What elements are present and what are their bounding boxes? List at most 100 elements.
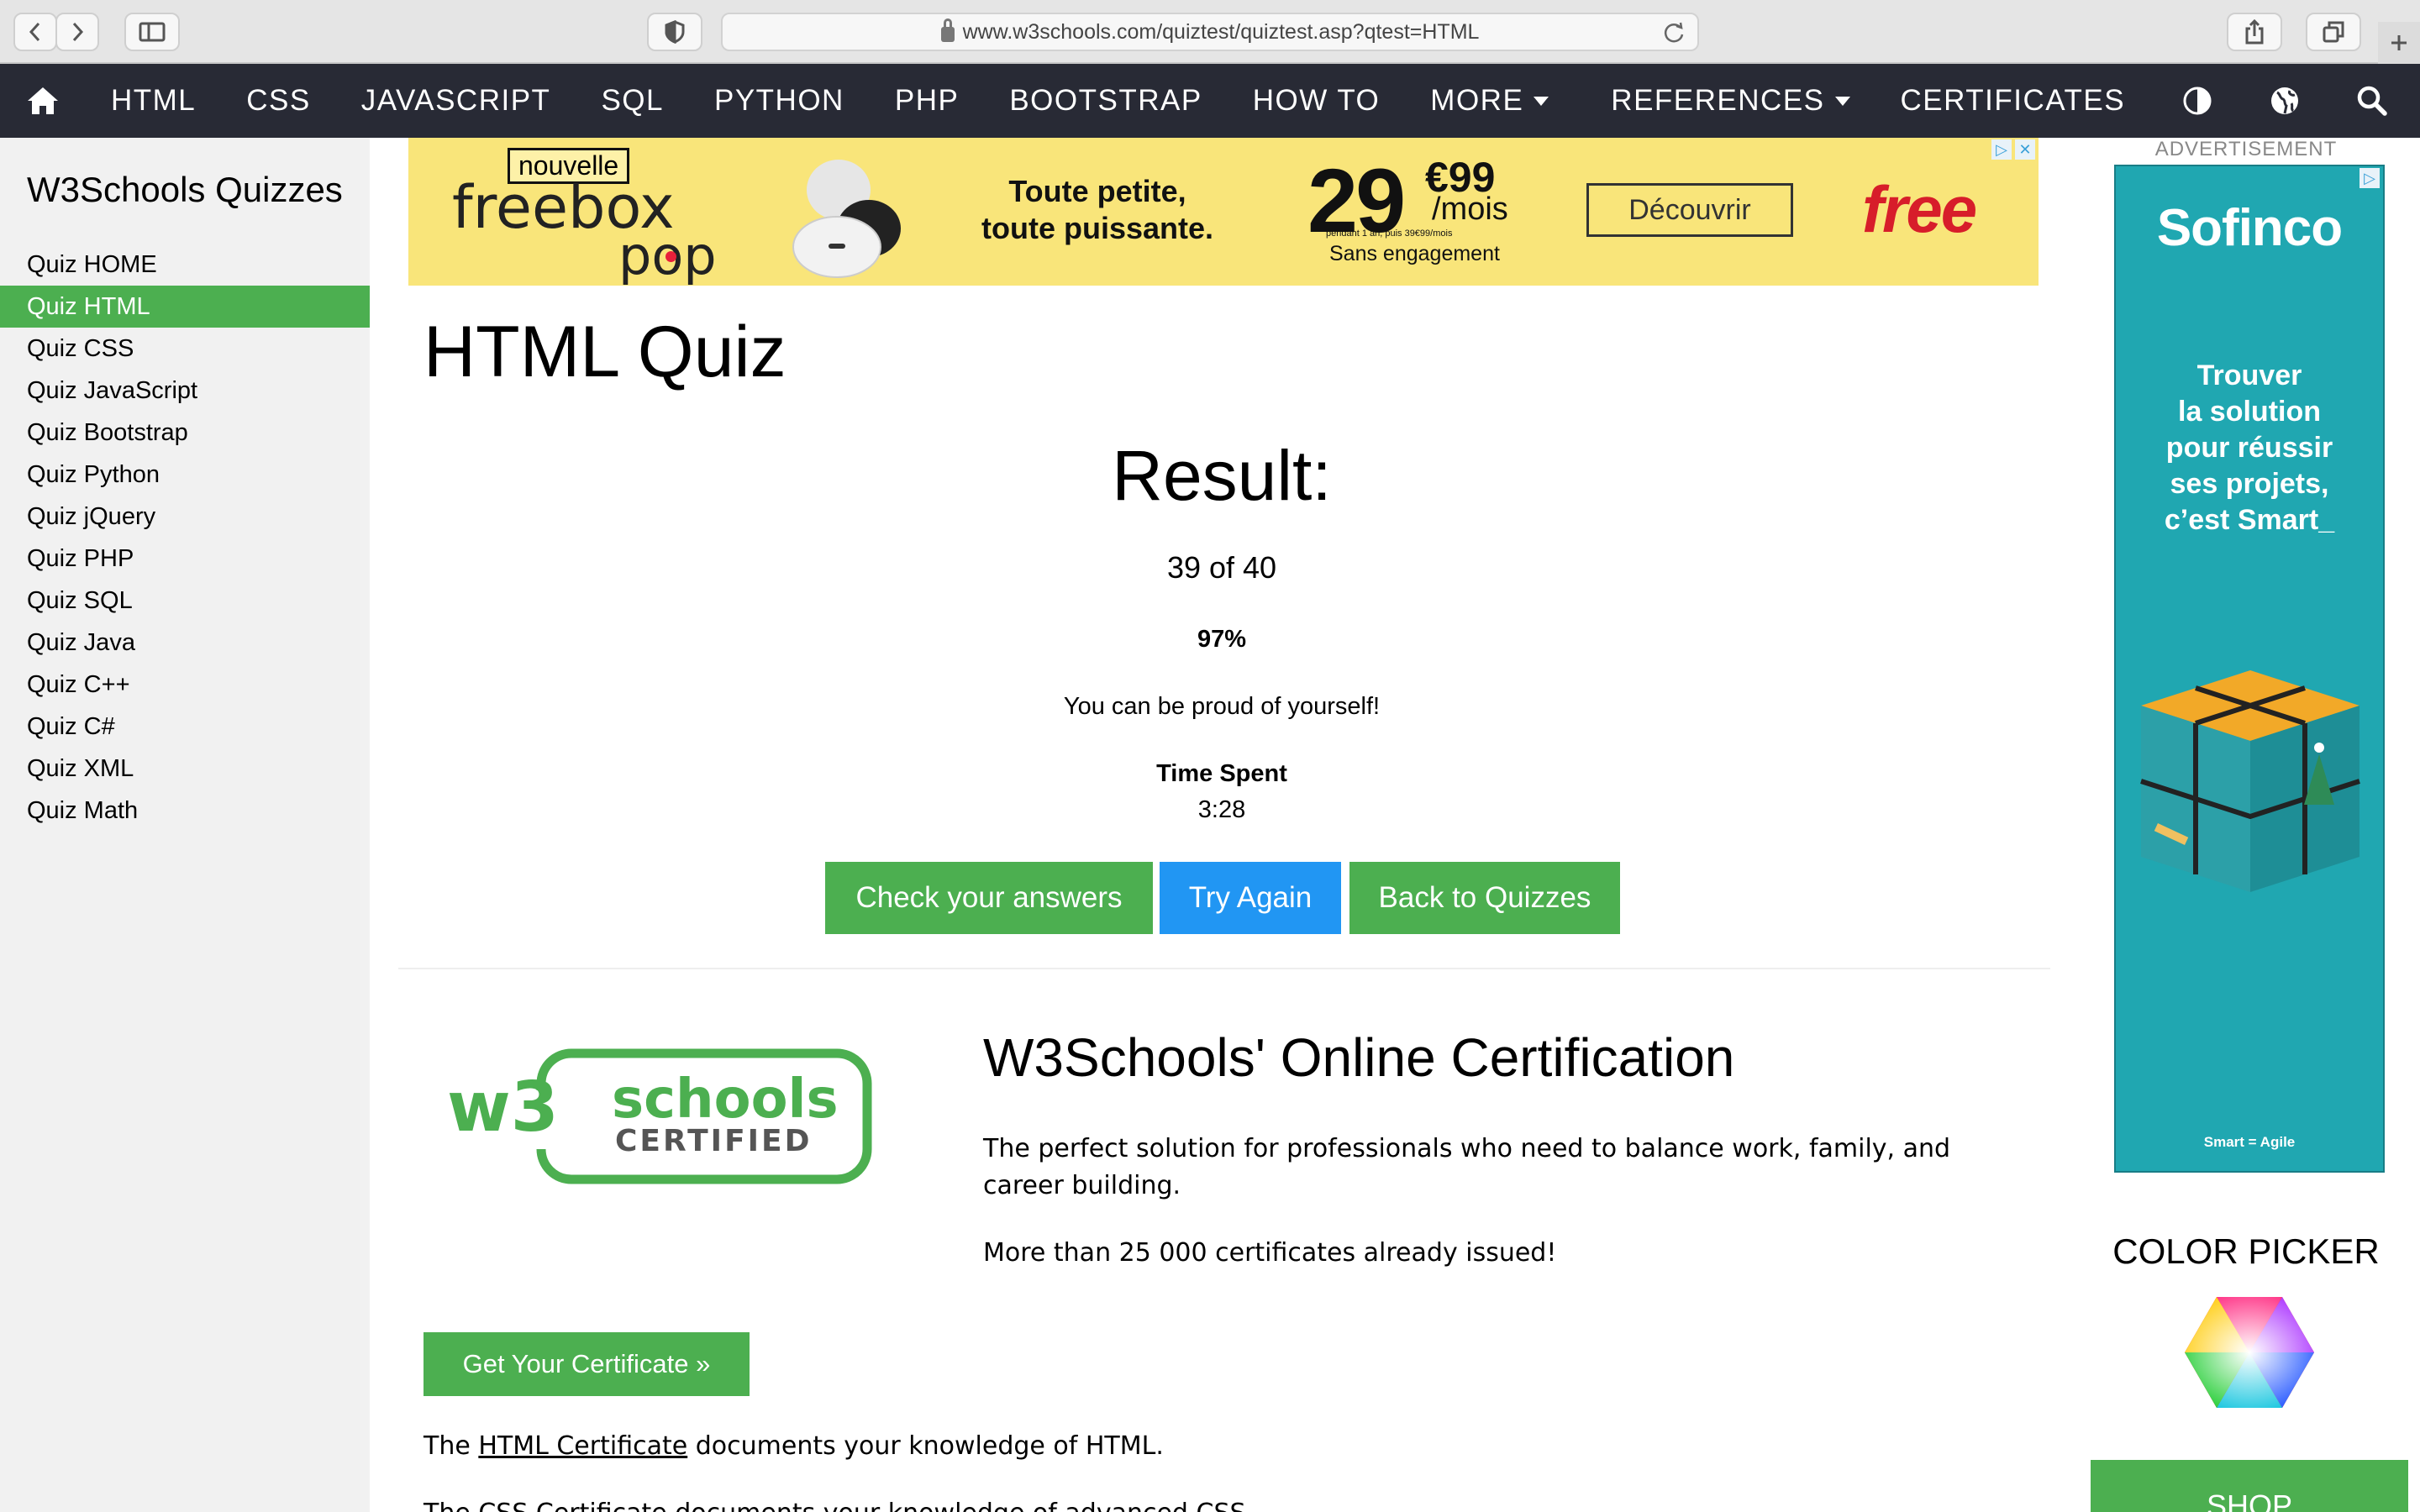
globe-icon [2271,87,2299,114]
contrast-icon [2183,87,2212,115]
html-certificate-line: The HTML Certificate documents your know… [424,1428,1164,1465]
new-tab-button[interactable] [2378,22,2420,64]
adchoices-icon[interactable]: ▷ [1991,139,2012,160]
sidebar-item-quiz-home[interactable]: Quiz HOME [0,244,370,286]
sidebar-toggle-button[interactable] [124,13,180,51]
sidebar-item-quiz-math[interactable]: Quiz Math [0,790,370,832]
result-score: 39 of 40 [1166,550,1277,585]
certification-count: More than 25 000 certificates already is… [983,1238,1557,1268]
sidebar-item-quiz-cpp[interactable]: Quiz C++ [0,664,370,706]
caret-down-icon [1834,96,1850,106]
nav-html[interactable]: HTML [86,64,221,138]
reload-icon[interactable] [1662,21,1686,45]
sidebar-item-quiz-bootstrap[interactable]: Quiz Bootstrap [0,412,370,454]
tagline-line: pour réussir [2165,432,2333,464]
home-button[interactable] [0,64,86,138]
address-url: www.w3schools.com/quiztest/quiztest.asp?… [962,19,1480,44]
nav-certificates[interactable]: CERTIFICATES [1876,64,2151,138]
nav-label: MORE [1430,84,1524,117]
sidebar-item-quiz-csharp[interactable]: Quiz C# [0,706,370,748]
nav-more-dropdown[interactable]: MORE [1405,64,1574,138]
check-answers-button[interactable]: Check your answers [825,862,1153,934]
nav-sql[interactable]: SQL [576,64,689,138]
sidebar-item-quiz-xml[interactable]: Quiz XML [0,748,370,790]
sidebar-item-quiz-java[interactable]: Quiz Java [0,622,370,664]
plus-icon [2391,35,2407,50]
address-bar[interactable]: www.w3schools.com/quiztest/quiztest.asp?… [721,13,1699,51]
nav-label: HTML [111,84,197,117]
time-spent-label: Time Spent [1156,760,1287,787]
nav-label: SQL [601,84,664,117]
time-spent-value: 3:28 [1197,796,1246,823]
w3schools-certified-logo: w3 schools CERTIFIED [447,1048,872,1184]
ad-choices[interactable]: ▷ ✕ [1991,139,2035,160]
back-button[interactable] [13,13,57,51]
ad-commitment: Sans engagement [1329,242,1500,265]
get-certificate-button[interactable]: Get Your Certificate » [424,1332,750,1396]
rubik-cube-image [2140,670,2360,892]
adchoices-icon[interactable]: ▷ [2360,168,2380,188]
sidebar-item-quiz-html[interactable]: Quiz HTML [0,286,370,328]
home-icon [28,87,58,114]
tagline-line: ses projets, [2170,468,2329,500]
sidebar-item-quiz-sql[interactable]: Quiz SQL [0,580,370,622]
tagline-line: la solution [2178,396,2321,428]
html-certificate-link[interactable]: HTML Certificate [478,1431,687,1461]
nav-how-to[interactable]: HOW TO [1228,64,1406,138]
top-navigation: HTML CSS JAVASCRIPT SQL PYTHON PHP BOOTS… [0,64,2420,138]
close-ad-icon[interactable]: ✕ [2015,139,2035,160]
chevron-right-icon [72,22,84,42]
ad-sofinco[interactable]: Sofinco Trouver la solution pour réussir… [2114,165,2385,1173]
ad-cta-button[interactable]: Découvrir [1586,183,1793,237]
tagline-line: Trouver [2196,360,2302,391]
logo-schools: schools [612,1068,839,1131]
tabs-overview-button[interactable] [2306,13,2361,51]
search-button[interactable] [2328,64,2416,138]
color-picker-title: COLOR PICKER [2112,1231,2380,1271]
ad-tagline-2: toute puissante. [981,211,1214,245]
tabs-icon [2323,21,2344,43]
section-divider [398,968,2050,969]
nav-bootstrap[interactable]: BOOTSTRAP [984,64,1227,138]
back-to-quizzes-button[interactable]: Back to Quizzes [1349,862,1620,934]
nav-python[interactable]: PYTHON [689,64,870,138]
html-cert-pre: The [424,1431,479,1461]
ad-fine-print: pendant 1 an, puis 39€99/mois [1326,228,1453,239]
share-icon [2245,19,2264,45]
ad-price-period: /mois [1432,192,1508,227]
result-percent: 97% [1197,626,1247,653]
nav-php[interactable]: PHP [870,64,984,138]
sidebar-item-quiz-php[interactable]: Quiz PHP [0,538,370,580]
nav-css[interactable]: CSS [221,64,335,138]
sofinco-footer: Smart = Agile [2203,1134,2296,1150]
result-message: You can be proud of yourself! [1063,693,1381,720]
search-icon [2357,86,2387,116]
nav-references-dropdown[interactable]: REFERENCES [1586,64,1875,138]
theme-toggle-button[interactable] [2154,64,2241,138]
quiz-sidebar: W3Schools Quizzes Quiz HOME Quiz HTML Qu… [0,138,370,1512]
shield-icon [665,20,685,44]
nav-label: REFERENCES [1611,84,1825,117]
sidebar-item-quiz-python[interactable]: Quiz Python [0,454,370,496]
language-button[interactable] [2241,64,2328,138]
sofinco-tagline: Trouver la solution pour réussir ses pro… [2116,358,2383,538]
product-image [792,160,901,278]
nav-label: CERTIFICATES [1900,84,2126,117]
sidebar-item-quiz-jquery[interactable]: Quiz jQuery [0,496,370,538]
result-heading: Result: [1112,436,1332,515]
ad-banner-freebox[interactable]: nouvelle freebox pop Toute petite, toute… [408,138,2039,286]
nav-label: PYTHON [713,84,844,117]
privacy-shield-button[interactable] [647,13,702,51]
forward-button[interactable] [55,13,99,51]
try-again-button[interactable]: Try Again [1160,862,1341,934]
nav-javascript[interactable]: JAVASCRIPT [336,64,576,138]
nav-label: BOOTSTRAP [1009,84,1202,117]
shop-button[interactable]: SHOP [2091,1460,2408,1512]
sidebar-item-quiz-javascript[interactable]: Quiz JavaScript [0,370,370,412]
share-button[interactable] [2227,13,2282,51]
sidebar-item-quiz-css[interactable]: Quiz CSS [0,328,370,370]
logo-w3: w3 [447,1068,559,1147]
sidebar-title: W3Schools Quizzes [27,170,343,209]
ad-brand-dot [666,251,676,262]
color-picker-icon[interactable] [2183,1295,2316,1410]
